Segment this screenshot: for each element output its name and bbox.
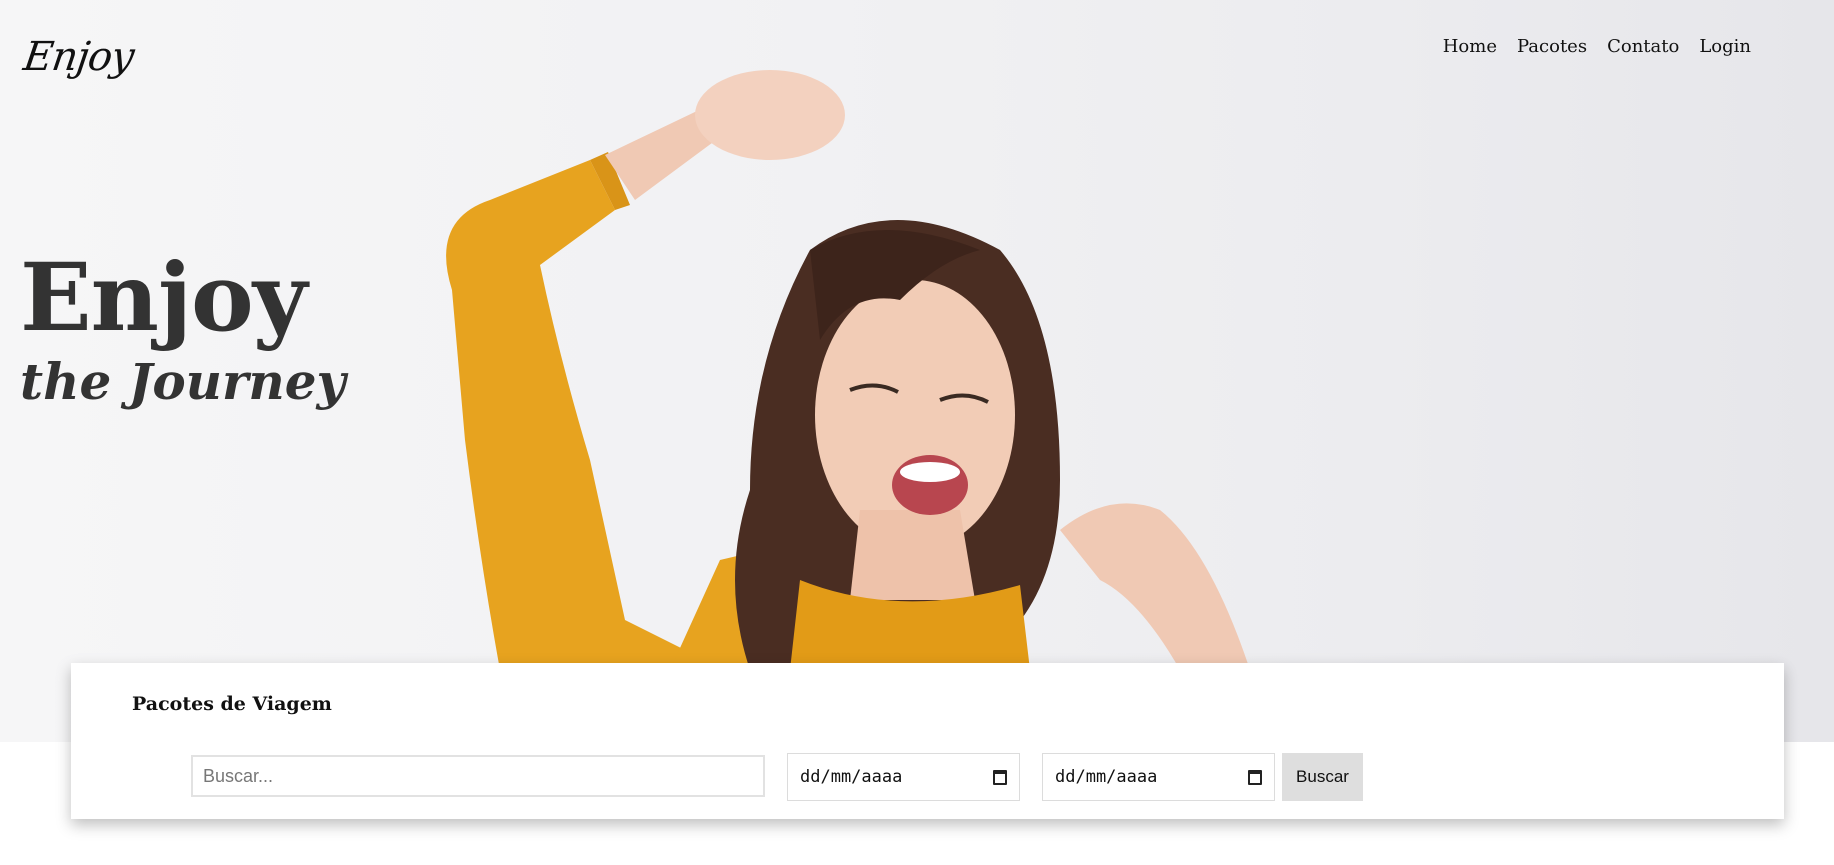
calendar-icon[interactable] [1248, 769, 1262, 785]
nav-contato-link[interactable]: Contato [1607, 36, 1679, 57]
main-nav: Home Pacotes Contato Login [1443, 36, 1751, 57]
nav-home-link[interactable]: Home [1443, 36, 1497, 57]
search-button[interactable]: Buscar [1282, 753, 1363, 801]
search-card-title: Pacotes de Viagem [132, 693, 332, 715]
nav-pacotes-link[interactable]: Pacotes [1517, 36, 1587, 57]
start-date-placeholder: dd/mm/aaaa [800, 767, 903, 787]
hero-subtitle: the Journey [20, 352, 346, 411]
hero-title: Enjoy [20, 243, 307, 353]
search-card: Pacotes de Viagem dd/mm/aaaa dd/mm/aaaa … [71, 663, 1784, 819]
calendar-icon[interactable] [993, 769, 1007, 785]
end-date-placeholder: dd/mm/aaaa [1055, 767, 1158, 787]
end-date-input[interactable]: dd/mm/aaaa [1042, 753, 1275, 801]
hero-headline: Enjoy the Journey [20, 248, 346, 412]
logo[interactable]: Enjoy [21, 34, 137, 80]
start-date-input[interactable]: dd/mm/aaaa [787, 753, 1020, 801]
hero-photo [446, 70, 1250, 670]
hero-section: Enjoy Home Pacotes Contato Login Enjoy t… [0, 0, 1834, 742]
nav-login-link[interactable]: Login [1699, 36, 1751, 57]
search-input[interactable] [191, 755, 765, 797]
